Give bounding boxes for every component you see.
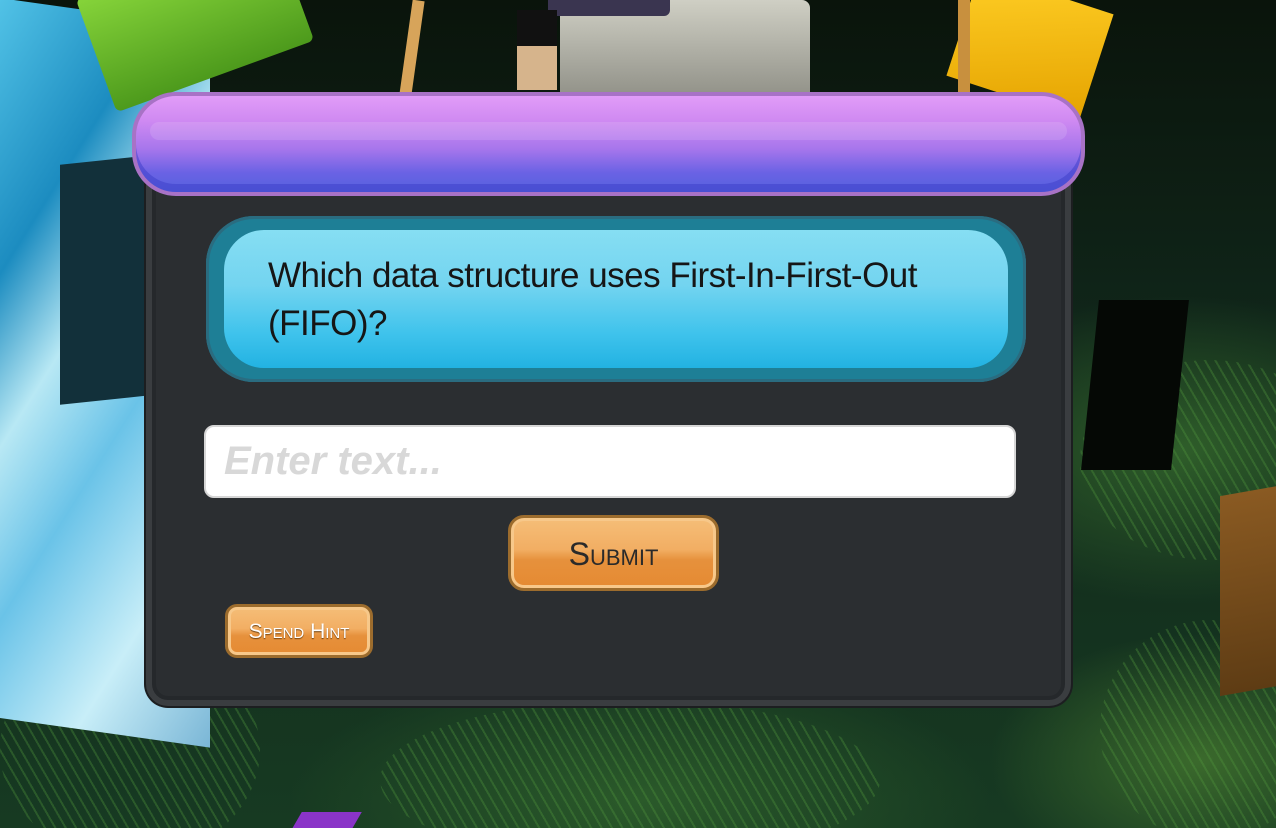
dialog-header-bar — [132, 92, 1085, 196]
dark-block — [60, 155, 150, 405]
question-panel: Which data structure uses First-In-First… — [206, 216, 1026, 382]
grass-patch — [380, 700, 880, 828]
dark-tree — [1081, 300, 1189, 470]
header-sheen — [150, 122, 1067, 140]
wooden-bench — [1220, 483, 1276, 697]
spend-hint-button[interactable]: Spend Hint — [225, 604, 373, 658]
character-figure — [517, 10, 557, 90]
purple-shard — [290, 812, 362, 828]
question-text: Which data structure uses First-In-First… — [268, 256, 917, 343]
answer-input[interactable] — [204, 425, 1016, 498]
submit-button[interactable]: Submit — [508, 515, 719, 591]
question-panel-inner: Which data structure uses First-In-First… — [224, 230, 1008, 368]
statue-base — [548, 0, 670, 16]
